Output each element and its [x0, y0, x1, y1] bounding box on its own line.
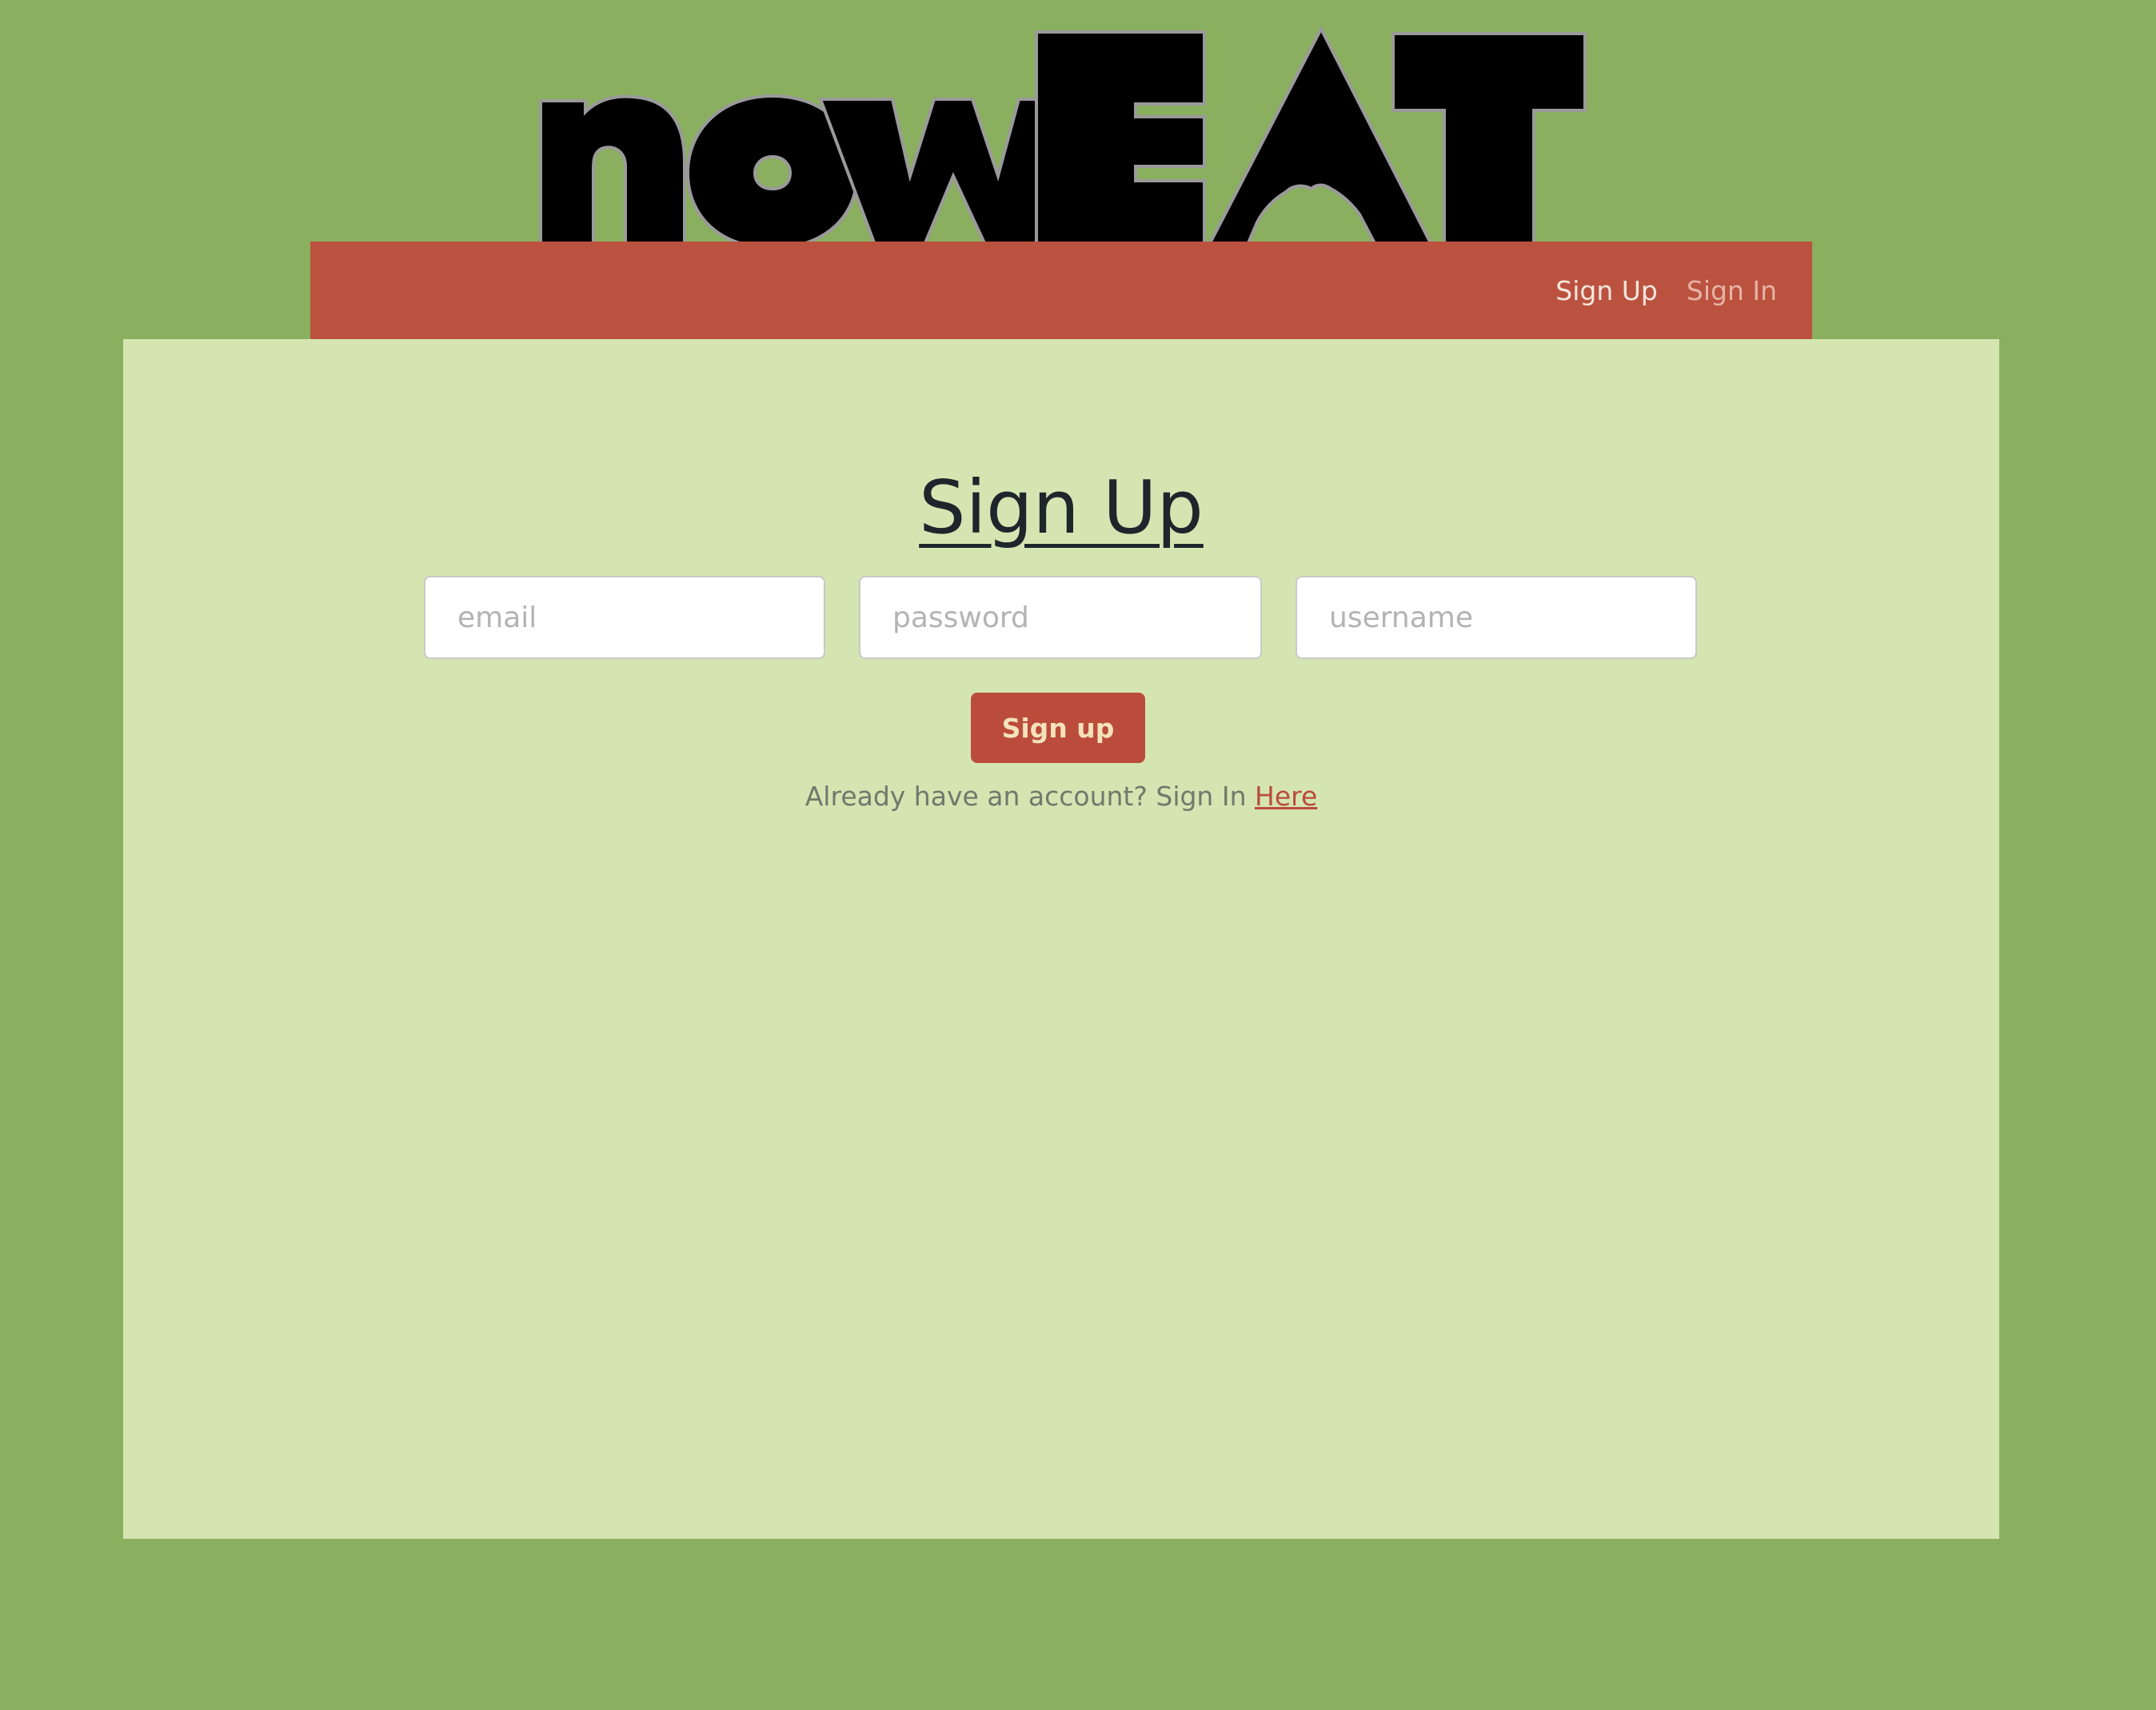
nav-links: Sign Up Sign In: [1555, 242, 1777, 339]
top-navbar: Sign Up Sign In: [310, 242, 1812, 339]
logo-graphic: [539, 25, 1587, 245]
username-field[interactable]: [1296, 576, 1697, 659]
email-field[interactable]: [424, 576, 825, 659]
nav-sign-in-link[interactable]: Sign In: [1687, 275, 1777, 306]
signin-prompt-label: Already have an account? Sign In: [805, 781, 1247, 812]
signin-prompt-text: Already have an account? Sign In Here: [123, 781, 1999, 812]
nowEAT-logo[interactable]: [528, 24, 1591, 245]
password-field[interactable]: [859, 576, 1262, 659]
sign-up-button[interactable]: Sign up: [971, 693, 1145, 763]
signin-here-link[interactable]: Here: [1255, 781, 1317, 812]
signup-panel: Sign Up Sign up Already have an account?…: [123, 339, 1999, 1539]
page-title: Sign Up: [919, 465, 1204, 550]
nav-sign-up-link[interactable]: Sign Up: [1555, 275, 1658, 306]
